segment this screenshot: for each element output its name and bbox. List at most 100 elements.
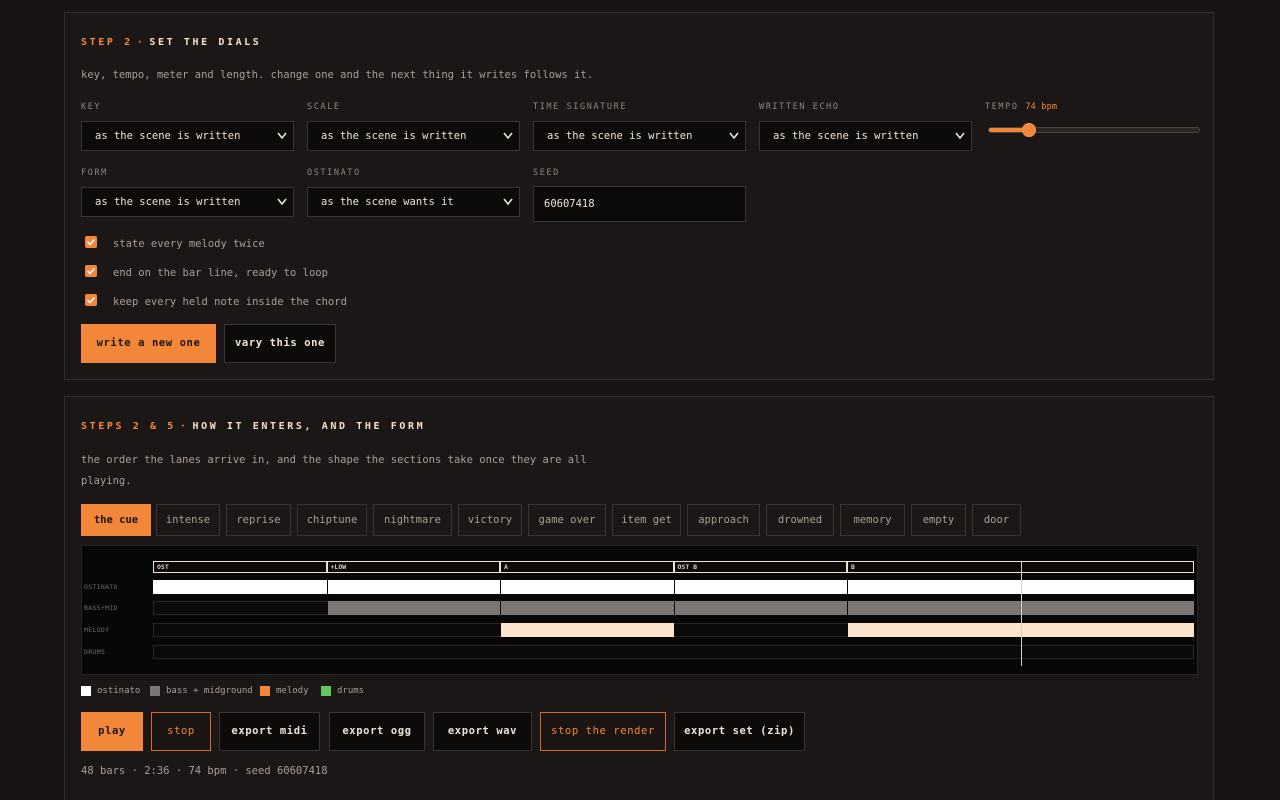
legend-swatch <box>260 686 270 696</box>
dials-heading: STEP 2 · SET THE DIALS <box>81 37 261 48</box>
written-echo-select[interactable]: as the scene is written <box>759 121 972 151</box>
timeline-lane-segment <box>501 580 674 594</box>
export-ogg-button[interactable]: export ogg <box>329 712 425 751</box>
tab-approach[interactable]: approach <box>687 504 760 536</box>
timeline-lane-segment <box>501 601 674 615</box>
tab-memory[interactable]: memory <box>840 504 905 536</box>
tab-reprise[interactable]: reprise <box>226 504 291 536</box>
stop-render-button[interactable]: stop the render <box>540 712 666 751</box>
heading-separator: · <box>136 37 146 48</box>
tempo-label-text: TEMPO <box>985 102 1019 112</box>
form-select-value: as the scene is written <box>95 196 241 208</box>
export-set-button[interactable]: export set (zip) <box>674 712 805 751</box>
legend-label: ostinato <box>97 686 141 696</box>
dials-step-label: STEP 2 <box>81 37 133 48</box>
heading-separator: · <box>179 421 189 432</box>
chevron-down-icon <box>277 198 287 206</box>
stop-button[interactable]: stop <box>151 712 211 751</box>
timeline-lane-label: BASS+MID <box>84 604 118 612</box>
form-select[interactable]: as the scene is written <box>81 187 294 217</box>
tempo-slider-thumb[interactable] <box>1022 123 1036 137</box>
legend-label: melody <box>276 686 309 696</box>
tab-the-cue[interactable]: the cue <box>81 504 151 536</box>
legend-item: melody <box>260 685 330 697</box>
timeline-lane-segment <box>327 580 500 594</box>
legend-label: drums <box>337 686 365 696</box>
legend-item: bass + midground <box>150 685 260 697</box>
time-signature-select[interactable]: as the scene is written <box>533 121 746 151</box>
status-line: 48 bars · 2:36 · 74 bpm · seed 60607418 <box>81 765 328 777</box>
form-label: FORM <box>81 168 108 178</box>
key-select[interactable]: as the scene is written <box>81 121 294 151</box>
scale-select-value: as the scene is written <box>321 130 467 142</box>
form-timeline[interactable]: OST +LOW A OST BB OSTINATO BASS+MID MELODY DRU… <box>81 545 1198 675</box>
chevron-down-icon <box>729 132 739 140</box>
legend-swatch <box>321 686 331 696</box>
tab-door[interactable]: door <box>972 504 1021 536</box>
written-echo-label: WRITTEN ECHO <box>759 102 840 112</box>
export-wav-button[interactable]: export wav <box>433 712 532 751</box>
scale-label: SCALE <box>307 102 341 112</box>
written-echo-select-value: as the scene is written <box>773 130 919 142</box>
timeline-lane-label: OSTINATO <box>84 583 118 591</box>
tab-drowned[interactable]: drowned <box>766 504 834 536</box>
checkbox-row[interactable]: keep every held note inside the chord <box>85 294 385 308</box>
legend-item: drums <box>321 685 381 697</box>
key-label: KEY <box>81 102 102 112</box>
checkbox-row[interactable]: state every melody twice <box>85 236 385 250</box>
ostinato-select[interactable]: as the scene wants it <box>307 187 520 217</box>
tab-game-over[interactable]: game over <box>528 504 606 536</box>
form-description-line2: playing. <box>81 475 132 487</box>
timeline-lane-segment <box>153 580 327 594</box>
write-new-button[interactable]: write a new one <box>81 324 216 363</box>
tab-victory[interactable]: victory <box>458 504 522 536</box>
checkbox[interactable] <box>85 265 97 277</box>
key-select-value: as the scene is written <box>95 130 241 142</box>
legend-label: bass + midground <box>166 686 253 696</box>
timeline-lane-segment <box>327 601 500 615</box>
checkbox[interactable] <box>85 294 97 306</box>
tab-chiptune[interactable]: chiptune <box>297 504 367 536</box>
checkbox-label: state every melody twice <box>113 238 265 250</box>
checkbox[interactable] <box>85 236 97 248</box>
timeline-lane-segment <box>674 601 847 615</box>
checkbox-row[interactable]: end on the bar line, ready to loop <box>85 265 385 279</box>
seed-input[interactable]: 60607418 <box>533 186 746 222</box>
timeline-playhead[interactable] <box>1021 562 1022 666</box>
vary-button[interactable]: vary this one <box>224 324 336 363</box>
dials-title: SET THE DIALS <box>149 37 262 48</box>
form-heading: STEPS 2 & 5 · HOW IT ENTERS, AND THE FORM <box>81 421 425 432</box>
timeline-lanes: OSTINATO BASS+MID MELODY DRUMS <box>82 546 1197 674</box>
chevron-down-icon <box>503 132 513 140</box>
scale-select[interactable]: as the scene is written <box>307 121 520 151</box>
form-step-label: STEPS 2 & 5 <box>81 421 176 432</box>
timeline-lane-label: MELODY <box>84 626 110 634</box>
form-title: HOW IT ENTERS, AND THE FORM <box>192 421 426 432</box>
tab-item-get[interactable]: item get <box>612 504 681 536</box>
chevron-down-icon <box>503 198 513 206</box>
tempo-value: 74 bpm <box>1025 102 1058 112</box>
checkbox-label: keep every held note inside the chord <box>113 296 347 308</box>
timeline-lane-label: DRUMS <box>84 648 106 656</box>
checkbox-label: end on the bar line, ready to loop <box>113 267 328 279</box>
time-signature-label: TIME SIGNATURE <box>533 102 628 112</box>
tab-intense[interactable]: intense <box>156 504 220 536</box>
export-midi-button[interactable]: export midi <box>219 712 320 751</box>
tab-empty[interactable]: empty <box>911 504 966 536</box>
legend-swatch <box>81 686 91 696</box>
timeline-lane-segment <box>674 580 847 594</box>
chevron-down-icon <box>277 132 287 140</box>
tab-nightmare[interactable]: nightmare <box>373 504 452 536</box>
form-description-line1: the order the lanes arrive in, and the s… <box>81 454 587 466</box>
checkmark-icon <box>86 267 96 275</box>
seed-label: SEED <box>533 168 560 178</box>
ostinato-select-value: as the scene wants it <box>321 196 454 208</box>
tempo-label: TEMPO 74 bpm <box>985 102 1057 112</box>
checkmark-icon <box>86 238 96 246</box>
play-button[interactable]: play <box>81 712 143 751</box>
chevron-down-icon <box>955 132 965 140</box>
legend-item: ostinato <box>81 685 161 697</box>
tempo-slider[interactable] <box>988 121 1200 139</box>
time-signature-select-value: as the scene is written <box>547 130 693 142</box>
dials-description: key, tempo, meter and length. change one… <box>81 69 594 81</box>
